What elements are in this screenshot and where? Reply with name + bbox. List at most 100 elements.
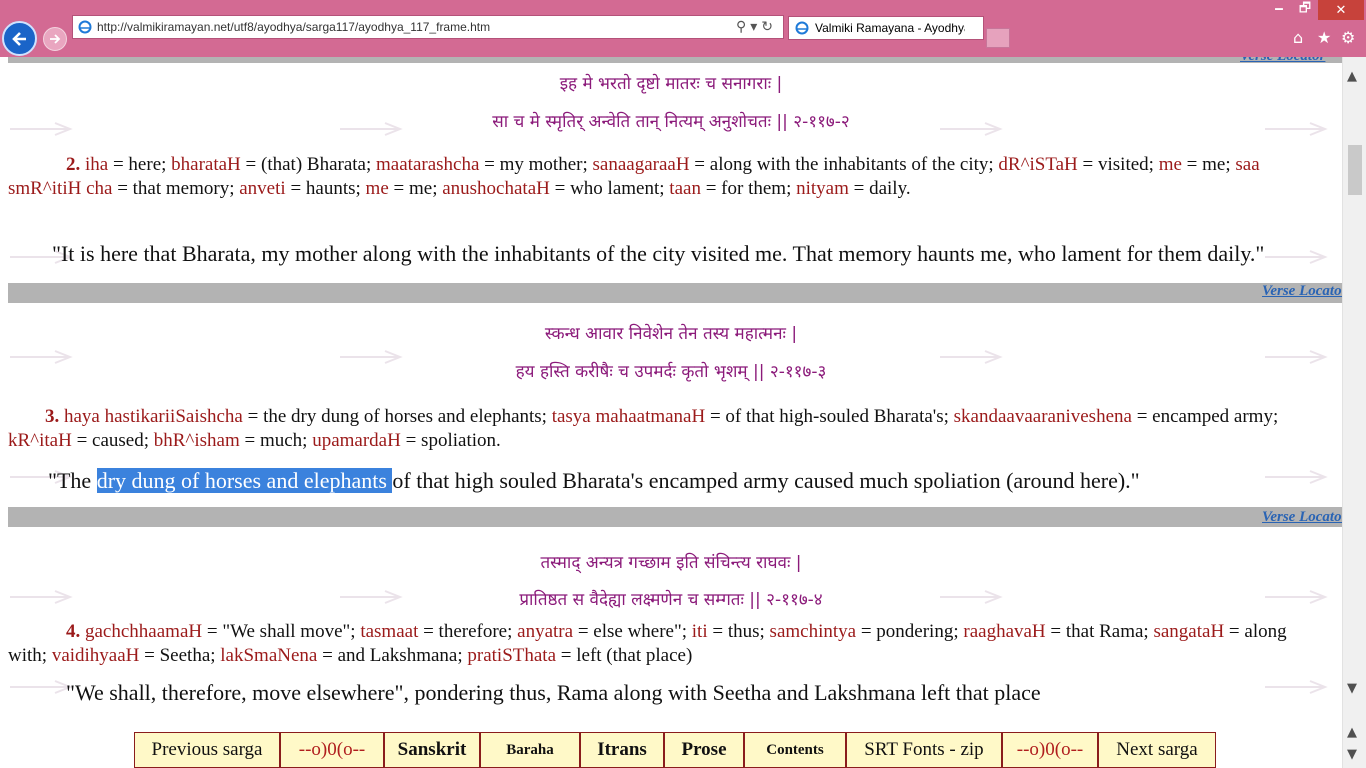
sanskrit-term: vaidihyaaH xyxy=(51,645,140,666)
sanskrit-term: kR^itaH xyxy=(8,430,72,451)
home-icon[interactable]: ⌂ xyxy=(1293,28,1303,47)
dropdown-icon[interactable]: ▾ xyxy=(750,18,761,34)
verse-separator xyxy=(8,283,1342,303)
address-bar[interactable]: http://valmikiramayan.net/utf8/ayodhya/s… xyxy=(72,15,784,39)
sanskrit-line: प्रातिष्ठत स वैदेह्या लक्ष्मणेन च सम्गतः… xyxy=(519,590,823,610)
term-meaning: = here; xyxy=(108,154,172,175)
browser-tab[interactable]: Valmiki Ramayana - Ayodhya Kanda xyxy=(788,16,984,40)
address-tools[interactable]: ⚲▾↻ xyxy=(736,18,777,35)
sanskrit-term: taan xyxy=(669,178,701,199)
sanskrit-term: anushochataH xyxy=(442,178,550,199)
verse-separator xyxy=(8,507,1342,527)
page-content: Verse Locator इह मे भरतो दृष्टो मातरः च … xyxy=(0,57,1342,719)
minimize-button[interactable]: 🗕 xyxy=(1266,0,1292,20)
prose-button[interactable]: Prose xyxy=(664,732,744,768)
translation-text: "The xyxy=(48,468,97,493)
term-meaning: = therefore; xyxy=(418,621,518,642)
term-meaning: = for them; xyxy=(700,178,797,199)
sanskrit-line: हय हस्ति करीषैः च उपमर्दः कृतो भृशम् || … xyxy=(515,362,827,382)
sanskrit-term: lakSmaNena xyxy=(220,645,318,666)
term-meaning: = pondering; xyxy=(856,621,964,642)
back-arrow-icon xyxy=(11,31,26,46)
srt-fonts-zip-button[interactable]: SRT Fonts - zip xyxy=(846,732,1002,768)
divider-ornament: --o)0(o-- xyxy=(1002,732,1098,768)
term-meaning: = spoliation. xyxy=(400,430,501,451)
search-icon[interactable]: ⚲ xyxy=(736,18,750,34)
sanskrit-term: maatarashcha xyxy=(376,154,480,175)
sanskrit-term: haya hastikariiSaishcha xyxy=(64,406,243,427)
word-by-word-meaning: 3. haya hastikariiSaishcha = the dry dun… xyxy=(8,405,1308,453)
baraha-button[interactable]: Baraha xyxy=(480,732,580,768)
word-by-word-meaning: 4. gachchhaamaH = "We shall move"; tasma… xyxy=(8,620,1308,668)
ie-tab-icon xyxy=(795,21,809,35)
contents-button[interactable]: Contents xyxy=(744,732,846,768)
term-meaning: = caused; xyxy=(71,430,154,451)
scroll-up-icon[interactable]: ▲ xyxy=(1347,69,1357,84)
sanskrit-button[interactable]: Sanskrit xyxy=(384,732,480,768)
sanskrit-term: bharataH xyxy=(171,154,241,175)
translation-text: of that high souled Bharata's encamped a… xyxy=(392,468,1140,493)
scroll-down-icon[interactable]: ▼ xyxy=(1347,747,1357,762)
sanskrit-term: bhR^isham xyxy=(153,430,240,451)
term-meaning: = thus; xyxy=(707,621,770,642)
sanskrit-term: iha xyxy=(85,154,109,175)
verse-translation: "We shall, therefore, move elsewhere", p… xyxy=(66,680,1041,705)
verse-translation: "The dry dung of horses and elephants of… xyxy=(48,468,1140,494)
selected-text-highlight[interactable]: dry dung of horses and elephants xyxy=(96,468,393,493)
sanskrit-line: तस्माद् अन्यत्र गच्छाम इति संचिन्त्य राघ… xyxy=(540,553,802,573)
term-meaning: = much; xyxy=(239,430,313,451)
scroll-up-icon[interactable]: ▲ xyxy=(1347,725,1357,740)
verse-number: 3. xyxy=(45,406,64,427)
sanskrit-term: raaghavaH xyxy=(963,621,1046,642)
scroll-thumb[interactable] xyxy=(1348,145,1362,195)
verse-locator-link[interactable]: Verse Locator xyxy=(1262,283,1342,300)
term-meaning: = that Rama; xyxy=(1045,621,1154,642)
ie-page-icon xyxy=(78,20,92,34)
forward-arrow-icon xyxy=(50,34,61,44)
sanskrit-term: sanaagaraaH xyxy=(592,154,690,175)
term-meaning: = and Lakshmana; xyxy=(317,645,468,666)
verse-locator-link[interactable]: Verse Locator xyxy=(1240,57,1325,65)
close-button[interactable]: ✕ xyxy=(1318,0,1364,20)
term-meaning: = me; xyxy=(1181,154,1236,175)
sanskrit-term: upamardaH xyxy=(312,430,401,451)
verse-translation: "It is here that Bharata, my mother alon… xyxy=(52,241,1265,266)
term-meaning: = haunts; xyxy=(285,178,366,199)
settings-gear-icon[interactable]: ⚙ xyxy=(1341,28,1355,47)
term-meaning: = who lament; xyxy=(549,178,670,199)
favorites-star-icon[interactable]: ★ xyxy=(1317,28,1331,47)
new-tab-button[interactable] xyxy=(986,28,1010,48)
term-meaning: = my mother; xyxy=(479,154,593,175)
sanskrit-line: सा च मे स्मृतिर् अन्वेति तान् नित्यम् अन… xyxy=(492,112,850,132)
term-meaning: = left (that place) xyxy=(556,645,693,666)
back-button[interactable] xyxy=(2,21,37,56)
sanskrit-term: tasmaat xyxy=(360,621,419,642)
sanskrit-term: dR^iSTaH xyxy=(998,154,1078,175)
term-meaning: = else where"; xyxy=(573,621,692,642)
bottom-navigation-bar: Previous sarga --o)0(o-- Sanskrit Baraha… xyxy=(8,732,1342,768)
vertical-scrollbar[interactable]: ▲ ▼ ▲ ▼ xyxy=(1342,57,1366,768)
sanskrit-term: pratiSThata xyxy=(467,645,557,666)
term-meaning: = (that) Bharata; xyxy=(240,154,377,175)
refresh-icon[interactable]: ↻ xyxy=(761,18,777,34)
scroll-down-icon[interactable]: ▼ xyxy=(1347,681,1357,696)
forward-button[interactable] xyxy=(43,27,67,51)
sanskrit-term: gachchhaamaH xyxy=(85,621,203,642)
sanskrit-term: samchintya xyxy=(769,621,857,642)
term-meaning: = the dry dung of horses and elephants; xyxy=(242,406,552,427)
maximize-button[interactable]: 🗗 xyxy=(1292,0,1318,20)
next-sarga-button[interactable]: Next sarga xyxy=(1098,732,1216,768)
sanskrit-term: me xyxy=(1158,154,1182,175)
term-meaning: = that memory; xyxy=(112,178,240,199)
url-text: http://valmikiramayan.net/utf8/ayodhya/s… xyxy=(97,20,491,34)
sanskrit-line: स्कन्ध आवार निवेशेन तेन तस्य महात्मनः | xyxy=(544,324,798,344)
term-meaning: = of that high-souled Bharata's; xyxy=(705,406,954,427)
itrans-button[interactable]: Itrans xyxy=(580,732,664,768)
term-meaning: = encamped army; xyxy=(1131,406,1279,427)
browser-chrome: http://valmikiramayan.net/utf8/ayodhya/s… xyxy=(0,0,1366,57)
verse-locator-link[interactable]: Verse Locator xyxy=(1262,509,1342,526)
divider-ornament: --o)0(o-- xyxy=(280,732,384,768)
word-by-word-meaning: 2. iha = here; bharataH = (that) Bharata… xyxy=(8,153,1308,201)
sanskrit-term: me xyxy=(365,178,389,199)
previous-sarga-button[interactable]: Previous sarga xyxy=(134,732,280,768)
